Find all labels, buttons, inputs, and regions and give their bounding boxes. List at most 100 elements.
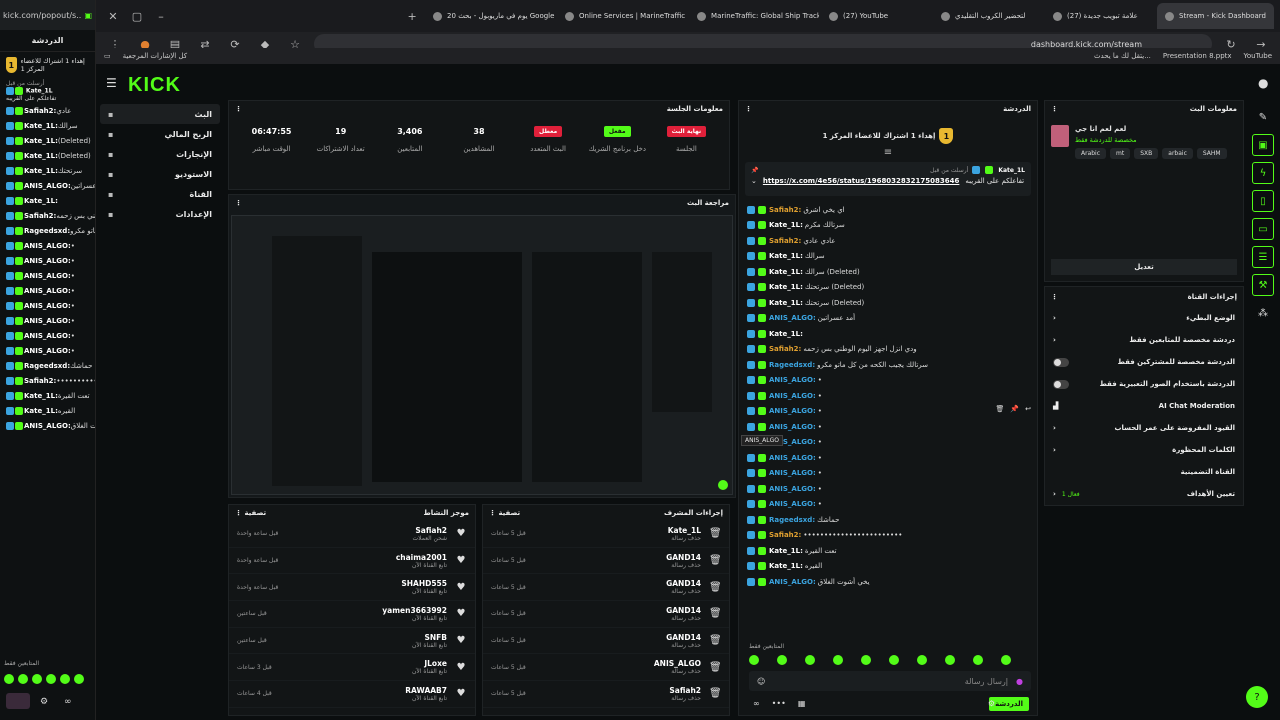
popout-message[interactable]: ANIS_ALGO:أمد عسراتين bbox=[0, 179, 95, 194]
popout-username[interactable]: ANIS_ALGO: bbox=[24, 287, 71, 295]
row-name[interactable]: JLoxe bbox=[280, 659, 447, 668]
list-item[interactable]: قبل 4 ساعات RAWAAB7 تابع القناة الآن ♥ bbox=[229, 681, 475, 708]
chat-username[interactable]: ANIS_ALGO: bbox=[769, 314, 816, 322]
chat-message[interactable]: Kate_1L: سرالك bbox=[739, 249, 1037, 265]
row-name[interactable]: Safiah2 bbox=[534, 686, 701, 695]
hamburger-icon[interactable]: ☰ bbox=[106, 76, 117, 90]
chat-username[interactable]: ANIS_ALGO: bbox=[769, 578, 816, 586]
channel-action-item[interactable]: الدردشة مخصصة للمشتركين فقط bbox=[1045, 351, 1243, 373]
chat-username[interactable]: Kate_1L: bbox=[769, 562, 803, 570]
bookmark-item[interactable]: يتقل لك ما يحدث... bbox=[1094, 52, 1151, 60]
panel-menu-icon[interactable]: ⋮ bbox=[235, 199, 242, 207]
emote-icon[interactable] bbox=[777, 655, 787, 665]
list-item[interactable]: قبل 5 ساعات Kate_1L حذف رسالة 🗑 bbox=[483, 521, 729, 548]
row-name[interactable]: GAND14 bbox=[534, 579, 701, 588]
popout-message[interactable]: Kate_1L:(Deleted) bbox=[0, 134, 95, 149]
status-badge[interactable]: معطل bbox=[533, 125, 563, 137]
stream-tag[interactable]: SXB bbox=[1134, 148, 1159, 159]
popout-username[interactable]: Rageedsxd: bbox=[24, 227, 70, 235]
popout-url[interactable]: kick.com/popout/s... bbox=[3, 11, 81, 20]
row-name[interactable]: yamen3663992 bbox=[275, 606, 447, 615]
chat-username[interactable]: Rageedsxd: bbox=[769, 516, 815, 524]
row-name[interactable]: GAND14 bbox=[534, 553, 701, 562]
stream-tag[interactable]: Arabic bbox=[1075, 148, 1107, 159]
bookmark-item[interactable]: Presentation 8.pptx bbox=[1163, 52, 1232, 60]
chat-message[interactable]: Kate_1L: سرالك (Deleted) bbox=[739, 264, 1037, 280]
chat-username[interactable]: Kate_1L: bbox=[769, 547, 803, 555]
emote-icon[interactable] bbox=[1001, 655, 1011, 665]
browser-tab[interactable]: (27) علامة تبويب جديدة bbox=[1045, 3, 1155, 29]
browser-tab[interactable]: Stream - Kick Dashboard bbox=[1157, 3, 1274, 29]
popout-username[interactable]: Kate_1L: bbox=[24, 137, 58, 145]
chart-icon[interactable]: ▟ bbox=[1053, 402, 1058, 410]
popout-message[interactable]: Kate_1L:القيره bbox=[0, 404, 95, 419]
emote-icon[interactable] bbox=[749, 655, 759, 665]
list-item[interactable]: قبل 3 ساعات JLoxe تابع القناة الآن ♥ bbox=[229, 654, 475, 682]
popout-username[interactable]: ANIS_ALGO: bbox=[24, 317, 71, 325]
popout-pinned-banner[interactable]: 1 إهداء 1 اشتراك للاعضاء المرکز 1 bbox=[0, 52, 95, 78]
popout-username[interactable]: Kate_1L: bbox=[24, 122, 58, 130]
chat-username[interactable]: ANIS_ALGO: bbox=[769, 392, 816, 400]
browser-tab[interactable]: لتحضير الكروب التقليدي bbox=[933, 3, 1043, 29]
filter-menu-icon[interactable]: ⋮ bbox=[489, 509, 496, 517]
row-name[interactable]: SHAHD555 bbox=[286, 579, 447, 588]
row-name[interactable]: SNFB bbox=[275, 633, 447, 642]
chevron-right-icon[interactable]: › bbox=[1053, 314, 1056, 322]
bolt-icon[interactable]: ϟ bbox=[1252, 162, 1274, 184]
channel-action-item[interactable]: › فعال 1 تعيين الأهداف bbox=[1045, 483, 1243, 505]
list-item[interactable]: قبل 5 ساعات GAND14 حذف رسالة 🗑 bbox=[483, 548, 729, 575]
row-name[interactable]: RAWAAB7 bbox=[280, 686, 447, 695]
list-icon[interactable]: ☰ bbox=[1252, 246, 1274, 268]
chat-message[interactable]: ANIS_ALGO: • bbox=[739, 373, 1037, 389]
dots-icon[interactable]: ••• bbox=[772, 699, 786, 708]
emote-icon[interactable] bbox=[861, 655, 871, 665]
chat-username[interactable]: Safiah2: bbox=[769, 531, 801, 539]
popout-username[interactable]: ANIS_ALGO: bbox=[24, 332, 71, 340]
chevron-right-icon[interactable]: › bbox=[1053, 490, 1056, 498]
popout-username[interactable]: ANIS_ALGO: bbox=[24, 272, 71, 280]
channel-action-item[interactable]: القناة التضمينية bbox=[1045, 461, 1243, 483]
chat-username[interactable]: Kate_1L: bbox=[769, 283, 803, 291]
popout-message[interactable]: Rageedsxd:حماشك bbox=[0, 359, 95, 374]
close-icon[interactable]: ✕ bbox=[102, 5, 124, 27]
chat-message[interactable]: Kate_1L: سرتحتك (Deleted) bbox=[739, 280, 1037, 296]
chat-username[interactable]: Kate_1L: bbox=[769, 330, 803, 338]
popout-message[interactable]: ANIS_ALGO:• bbox=[0, 284, 95, 299]
list-item[interactable]: قبل ساعتين SNFB تابع القناة الآن ♥ bbox=[229, 628, 475, 655]
popout-message[interactable]: Kate_1L:سرالك bbox=[0, 119, 95, 134]
pin-icon[interactable]: 📌 bbox=[751, 167, 758, 174]
popout-menu-icon[interactable]: ▣ bbox=[84, 11, 92, 20]
popout-message[interactable]: ANIS_ALGO:• bbox=[0, 254, 95, 269]
sidebar-item[interactable]: ▪ الإنجازات bbox=[100, 144, 220, 164]
chat-message[interactable]: Safiah2: •••••••••••••••••••••••• bbox=[739, 528, 1037, 544]
row-name[interactable]: Kate_1L bbox=[534, 526, 701, 535]
popout-message[interactable]: Kate_1L: bbox=[0, 194, 95, 209]
list-item[interactable]: قبل ساعتين yamen3663992 تابع القناة الآن ♥ bbox=[229, 601, 475, 628]
popout-username[interactable]: Kate_1L: bbox=[24, 152, 58, 160]
chat-message[interactable]: Rageedsxd: حماشك bbox=[739, 512, 1037, 528]
gift-icon[interactable]: ▦ bbox=[798, 699, 806, 708]
chat-message[interactable]: Safiah2: اي يخي اشرق bbox=[739, 202, 1037, 218]
chat-username[interactable]: ANIS_ALGO: bbox=[769, 407, 816, 415]
chat-username[interactable]: Safiah2: bbox=[769, 345, 801, 353]
chat-input[interactable]: ☺ إرسال رسالة ● bbox=[749, 671, 1031, 691]
stream-tag[interactable]: SAHM bbox=[1196, 148, 1227, 159]
sidebar-item[interactable]: ▪ القناة bbox=[100, 184, 220, 204]
chat-username[interactable]: ANIS_ALGO: bbox=[769, 500, 816, 508]
stream-tag[interactable]: arbaic bbox=[1162, 148, 1193, 159]
tab-search-icon[interactable]: ▢ bbox=[126, 5, 148, 27]
popout-message[interactable]: Kate_1L:سرتحتك bbox=[0, 164, 95, 179]
popout-username[interactable]: ANIS_ALGO: bbox=[24, 302, 71, 310]
stream-tag[interactable]: mt bbox=[1110, 148, 1131, 159]
chat-username[interactable]: Safiah2: bbox=[769, 206, 801, 214]
toggle-switch[interactable] bbox=[1053, 357, 1069, 367]
all-bookmarks[interactable]: كل الإشارات المرجعية bbox=[123, 52, 188, 60]
emote-icon[interactable] bbox=[32, 674, 42, 684]
stream-video[interactable] bbox=[231, 215, 733, 495]
panel-menu-icon[interactable]: ⋮ bbox=[1051, 293, 1058, 301]
emote-icon[interactable] bbox=[4, 674, 14, 684]
toggle-switch[interactable] bbox=[1053, 379, 1069, 389]
list-item[interactable]: قبل 5 ساعات Safiah2 حذف رسالة 🗑 bbox=[483, 681, 729, 708]
channel-action-item[interactable]: › القيود المفروضة على عمر الحساب bbox=[1045, 417, 1243, 439]
popout-message[interactable]: Rageedsxd:سرتالك يجيب الكحه من كل ماتو م… bbox=[0, 224, 95, 239]
